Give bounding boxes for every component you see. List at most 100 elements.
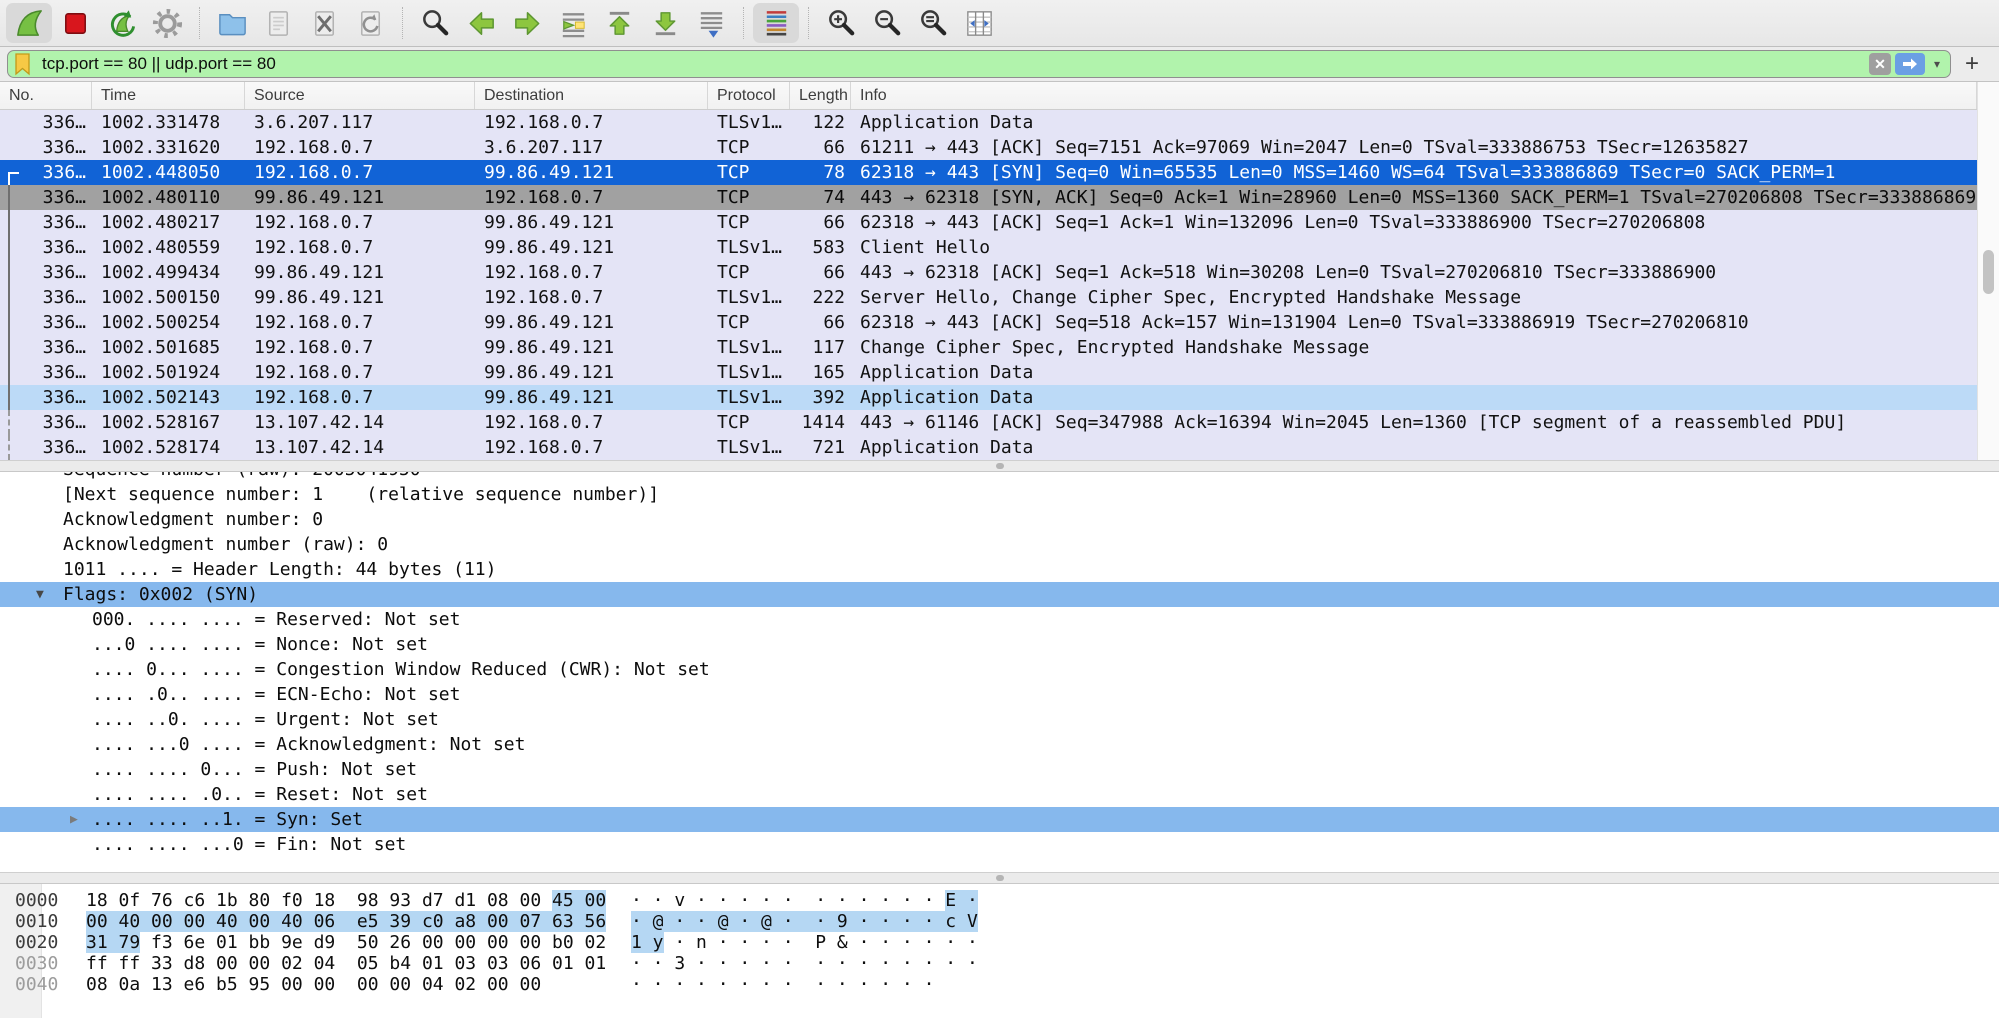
packet-row[interactable]: 336…1002.480559192.168.0.799.86.49.121TL… bbox=[0, 235, 1977, 260]
details-bytes-splitter[interactable] bbox=[0, 872, 1999, 884]
detail-line[interactable]: .... .... ...0 = Fin: Not set bbox=[0, 832, 1999, 857]
hex-bytes[interactable]: 08 0a 13 e6 b5 95 00 00 00 00 04 02 00 0… bbox=[86, 974, 541, 995]
packet-protocol: TLSv1… bbox=[708, 385, 790, 410]
detail-line[interactable]: Acknowledgment number: 0 bbox=[0, 507, 1999, 532]
hex-line[interactable]: 004008 0a 13 e6 b5 95 00 00 00 00 04 02 … bbox=[0, 974, 1999, 995]
open-file-button[interactable] bbox=[209, 3, 255, 43]
hex-bytes[interactable]: 00 40 00 00 40 00 40 06 e5 39 c0 a8 00 0… bbox=[86, 911, 606, 932]
go-forward-button[interactable] bbox=[504, 3, 550, 43]
packet-destination: 192.168.0.7 bbox=[475, 410, 708, 435]
packet-destination: 99.86.49.121 bbox=[475, 310, 708, 335]
hex-bytes[interactable]: ff ff 33 d8 00 00 02 04 05 b4 01 03 03 0… bbox=[86, 953, 606, 974]
packet-list-scrollbar[interactable] bbox=[1977, 82, 1999, 460]
collapse-arrow-icon[interactable]: ▼ bbox=[36, 582, 44, 607]
hex-bytes-segment: f3 6e 01 bb 9e d9 50 26 00 00 00 00 b0 0… bbox=[140, 932, 606, 953]
display-filter-input[interactable]: tcp.port == 80 || udp.port == 80 ✕ ▾ bbox=[7, 50, 1951, 78]
column-header-source[interactable]: Source bbox=[245, 82, 475, 109]
zoom-out-button[interactable] bbox=[864, 3, 910, 43]
detail-line[interactable]: .... 0... .... = Congestion Window Reduc… bbox=[0, 657, 1999, 682]
capture-options-button[interactable] bbox=[144, 3, 190, 43]
ascii-bytes[interactable]: · · v · · · · · · · · · · · E · bbox=[631, 890, 978, 911]
add-filter-button[interactable]: + bbox=[1965, 54, 1979, 74]
go-last-button[interactable] bbox=[642, 3, 688, 43]
hex-line[interactable]: 000018 0f 76 c6 1b 80 f0 18 98 93 d7 d1 … bbox=[0, 890, 1999, 911]
packet-row[interactable]: 336…1002.502143192.168.0.799.86.49.121TL… bbox=[0, 385, 1977, 410]
packet-info: 62318 → 443 [ACK] Seq=1 Ack=1 Win=132096… bbox=[851, 210, 1977, 235]
packet-no: 336… bbox=[0, 160, 92, 185]
ascii-bytes[interactable]: · · · · · · · · · · · · · · bbox=[631, 974, 934, 995]
packet-row[interactable]: 336…1002.3314783.6.207.117192.168.0.7TLS… bbox=[0, 110, 1977, 135]
detail-line[interactable]: ▼Flags: 0x002 (SYN) bbox=[0, 582, 1999, 607]
column-header-destination[interactable]: Destination bbox=[475, 82, 708, 109]
detail-line[interactable]: 000. .... .... = Reserved: Not set bbox=[0, 607, 1999, 632]
detail-line[interactable]: .... ...0 .... = Acknowledgment: Not set bbox=[0, 732, 1999, 757]
filter-dropdown-caret[interactable]: ▾ bbox=[1929, 53, 1945, 75]
packet-no: 336… bbox=[0, 410, 92, 435]
go-first-icon bbox=[603, 7, 636, 40]
ascii-bytes[interactable]: 1 y · n · · · · P & · · · · · · bbox=[631, 932, 978, 953]
clear-filter-button[interactable]: ✕ bbox=[1869, 53, 1891, 75]
column-header-label: Info bbox=[860, 87, 887, 105]
detail-line[interactable]: .... .0.. .... = ECN-Echo: Not set bbox=[0, 682, 1999, 707]
packet-row[interactable]: 336…1002.52816713.107.42.14192.168.0.7TC… bbox=[0, 410, 1977, 435]
stop-capture-button[interactable] bbox=[52, 3, 98, 43]
ascii-bytes[interactable]: · · 3 · · · · · · · · · · · · · bbox=[631, 953, 978, 974]
packet-protocol: TLSv1… bbox=[708, 435, 790, 460]
packet-info: Application Data bbox=[851, 435, 1977, 460]
go-first-button[interactable] bbox=[596, 3, 642, 43]
go-back-button[interactable] bbox=[458, 3, 504, 43]
packet-row[interactable]: 336…1002.501685192.168.0.799.86.49.121TL… bbox=[0, 335, 1977, 360]
packet-row[interactable]: 336…1002.52817413.107.42.14192.168.0.7TL… bbox=[0, 435, 1977, 460]
hex-line[interactable]: 0030ff ff 33 d8 00 00 02 04 05 b4 01 03 … bbox=[0, 953, 1999, 974]
packet-row[interactable]: 336…1002.500254192.168.0.799.86.49.121TC… bbox=[0, 310, 1977, 335]
list-details-splitter[interactable] bbox=[0, 460, 1999, 472]
bookmark-icon[interactable] bbox=[13, 52, 33, 76]
toolbar-separator bbox=[743, 7, 744, 39]
packet-row[interactable]: 336…1002.448050192.168.0.799.86.49.121TC… bbox=[0, 160, 1977, 185]
column-header-length[interactable]: Length bbox=[790, 82, 851, 109]
packet-row[interactable]: 336…1002.48011099.86.49.121192.168.0.7TC… bbox=[0, 185, 1977, 210]
packet-row[interactable]: 336…1002.331620192.168.0.73.6.207.117TCP… bbox=[0, 135, 1977, 160]
packet-no: 336… bbox=[0, 285, 92, 310]
packet-row[interactable]: 336…1002.501924192.168.0.799.86.49.121TL… bbox=[0, 360, 1977, 385]
hex-line[interactable]: 002031 79 f3 6e 01 bb 9e d9 50 26 00 00 … bbox=[0, 932, 1999, 953]
hex-bytes[interactable]: 18 0f 76 c6 1b 80 f0 18 98 93 d7 d1 08 0… bbox=[86, 890, 606, 911]
restart-capture-button[interactable] bbox=[98, 3, 144, 43]
packet-row[interactable]: 336…1002.480217192.168.0.799.86.49.121TC… bbox=[0, 210, 1977, 235]
detail-line[interactable]: ▶.... .... ..1. = Syn: Set bbox=[0, 807, 1999, 832]
zoom-in-button[interactable] bbox=[818, 3, 864, 43]
column-header-no[interactable]: No. bbox=[0, 82, 92, 109]
ascii-bytes[interactable]: · @ · · @ · @ · · 9 · · · · c V bbox=[631, 911, 978, 932]
column-header-protocol[interactable]: Protocol bbox=[708, 82, 790, 109]
detail-line[interactable]: .... ..0. .... = Urgent: Not set bbox=[0, 707, 1999, 732]
detail-line[interactable]: Sequence number (raw): 2005041950 bbox=[0, 472, 1999, 482]
display-filter-text[interactable]: tcp.port == 80 || udp.port == 80 bbox=[33, 54, 1865, 74]
ascii-bytes-segment: · @ · · @ · @ · · 9 · · · · c V bbox=[631, 911, 978, 932]
auto-scroll-button[interactable] bbox=[688, 3, 734, 43]
resize-columns-button[interactable] bbox=[956, 3, 1002, 43]
column-header-time[interactable]: Time bbox=[92, 82, 245, 109]
scrollbar-thumb[interactable] bbox=[1983, 250, 1994, 294]
start-capture-button[interactable] bbox=[6, 3, 52, 43]
reload-file-button[interactable] bbox=[347, 3, 393, 43]
hex-line[interactable]: 001000 40 00 00 40 00 40 06 e5 39 c0 a8 … bbox=[0, 911, 1999, 932]
column-header-info[interactable]: Info bbox=[851, 82, 1977, 109]
expand-arrow-icon[interactable]: ▶ bbox=[70, 807, 78, 832]
hex-bytes[interactable]: 31 79 f3 6e 01 bb 9e d9 50 26 00 00 00 0… bbox=[86, 932, 606, 953]
packet-row[interactable]: 336…1002.49943499.86.49.121192.168.0.7TC… bbox=[0, 260, 1977, 285]
detail-line[interactable]: [Next sequence number: 1 (relative seque… bbox=[0, 482, 1999, 507]
detail-line[interactable]: ...0 .... .... = Nonce: Not set bbox=[0, 632, 1999, 657]
packet-destination: 192.168.0.7 bbox=[475, 110, 708, 135]
save-file-button[interactable] bbox=[255, 3, 301, 43]
detail-line[interactable]: .... .... .0.. = Reset: Not set bbox=[0, 782, 1999, 807]
apply-filter-button[interactable] bbox=[1895, 53, 1925, 75]
detail-line[interactable]: .... .... 0... = Push: Not set bbox=[0, 757, 1999, 782]
close-file-button[interactable] bbox=[301, 3, 347, 43]
detail-line[interactable]: Acknowledgment number (raw): 0 bbox=[0, 532, 1999, 557]
detail-line[interactable]: 1011 .... = Header Length: 44 bytes (11) bbox=[0, 557, 1999, 582]
colorize-button[interactable] bbox=[753, 3, 799, 43]
packet-row[interactable]: 336…1002.50015099.86.49.121192.168.0.7TL… bbox=[0, 285, 1977, 310]
find-packet-button[interactable] bbox=[412, 3, 458, 43]
go-to-packet-button[interactable] bbox=[550, 3, 596, 43]
zoom-reset-button[interactable] bbox=[910, 3, 956, 43]
